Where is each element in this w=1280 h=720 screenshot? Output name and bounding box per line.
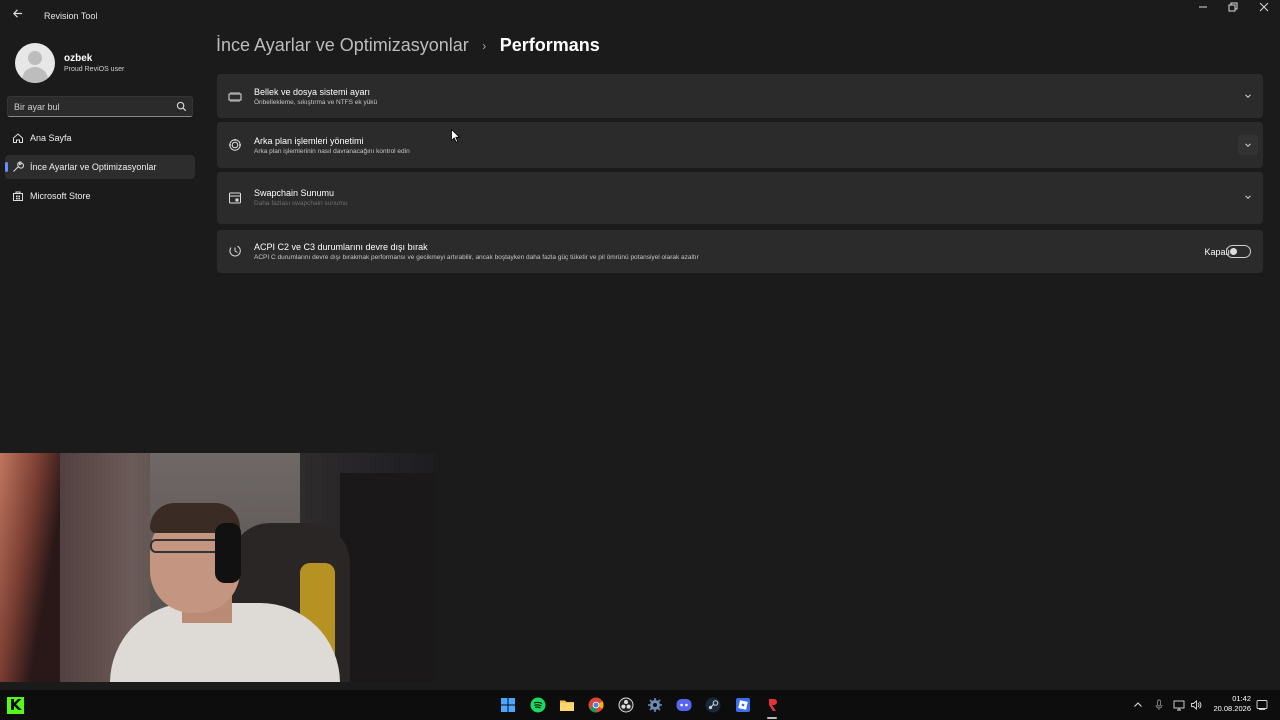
setting-title: Bellek ve dosya sistemi ayarı [254,87,371,97]
sidebar-item-label: Microsoft Store [30,191,91,201]
close-button[interactable] [1249,2,1279,18]
setting-title: Swapchain Sunumu [254,188,335,198]
chevron-down-icon[interactable] [1243,91,1253,101]
file-explorer-icon[interactable] [559,697,575,713]
setting-card-memory[interactable]: Bellek ve dosya sistemi ayarı Önbellekle… [217,74,1263,118]
webcam-shelf [340,473,436,682]
settings-gear-icon[interactable] [647,697,663,713]
chevron-down-icon[interactable] [1243,192,1253,202]
avatar-body [22,67,48,83]
app-title: Revision Tool [44,11,98,21]
breadcrumb: İnce Ayarlar ve Optimizasyonlar › Perfor… [216,35,600,59]
sidebar-item-home[interactable]: Ana Sayfa [5,126,195,150]
restore-icon [1228,2,1238,12]
expand-button[interactable] [1238,135,1258,155]
toggle-knob [1230,248,1237,255]
webcam-door [0,453,60,682]
avatar-head [28,51,42,65]
memory-icon [228,92,242,102]
setting-card-swapchain[interactable]: Swapchain Sunumu Daha fazlası swapchain … [217,172,1263,224]
chevron-up-icon[interactable] [1132,699,1144,711]
notification-icon[interactable] [1256,699,1268,711]
home-icon [13,133,23,143]
search-input[interactable]: Bir ayar bul [7,96,193,117]
obs-icon[interactable] [618,697,634,713]
volume-icon[interactable] [1190,699,1202,711]
acpi-toggle[interactable] [1226,245,1251,258]
discord-icon[interactable] [676,697,692,713]
minimize-icon [1199,6,1207,8]
sidebar-item-label: Ana Sayfa [30,133,72,143]
setting-card-acpi: ACPI C2 ve C3 durumlarını devre dışı bır… [217,230,1263,273]
active-app-indicator [767,717,777,719]
spotify-icon[interactable] [530,697,546,713]
kick-icon[interactable]: K [7,697,24,714]
back-button[interactable] [8,6,26,24]
user-name: ozbek [64,53,93,64]
search-icon[interactable] [176,101,187,112]
wrench-icon [13,161,24,172]
setting-description: Daha fazlası swapchain sunumu [254,200,348,207]
avatar [15,43,55,83]
setting-description: Önbellekleme, sıkıştırma ve NTFS ek yükü [254,99,378,106]
steam-icon[interactable] [705,697,721,713]
setting-card-background-processes[interactable]: Arka plan işlemleri yönetimi Arka plan i… [217,122,1263,168]
taskbar-clock[interactable]: 01:42 20.08.2026 [1203,694,1251,714]
webcam-person-headset [215,523,241,583]
minimize-button[interactable] [1188,2,1218,18]
setting-description: Arka plan işlemlerinin nasıl davranacağı… [254,148,410,155]
breadcrumb-parent[interactable]: İnce Ayarlar ve Optimizasyonlar [216,35,469,55]
chevron-down-icon [1245,143,1251,148]
sidebar-item-tweaks[interactable]: İnce Ayarlar ve Optimizasyonlar [5,155,195,179]
clock-date: 20.08.2026 [1213,704,1251,713]
setting-title: Arka plan işlemleri yönetimi [254,136,364,146]
setting-title: ACPI C2 ve C3 durumlarını devre dışı bır… [254,242,428,252]
store-icon [13,191,23,201]
windows-start-icon[interactable] [500,697,516,713]
background-process-icon [229,139,241,151]
sidebar-item-store[interactable]: Microsoft Store [5,184,195,208]
setting-description: ACPI C durumlarını devre dışı bırakmak p… [254,254,699,261]
mouse-cursor-icon [451,129,460,143]
chrome-icon[interactable] [588,697,604,713]
user-subtitle: Proud ReviOS user [64,66,125,73]
close-icon [1259,2,1269,12]
microphone-icon[interactable] [1153,699,1165,711]
page-title: Performans [499,35,600,55]
window-icon [229,192,241,204]
webcam-overlay [0,453,436,682]
user-profile[interactable]: ozbek Proud ReviOS user [15,43,205,83]
search-placeholder: Bir ayar bul [14,102,60,112]
power-state-icon [229,245,241,257]
sidebar-item-label: İnce Ayarlar ve Optimizasyonlar [30,162,157,172]
network-icon[interactable] [1173,699,1185,711]
clock-time: 01:42 [1232,694,1251,703]
arrow-left-icon [12,9,22,18]
taskbar: K 01:42 20.08.2026 [0,690,1280,720]
roblox-icon[interactable] [735,697,751,713]
revision-tool-icon[interactable] [764,697,780,713]
title-bar: Revision Tool [0,0,1280,32]
restore-button[interactable] [1218,2,1248,18]
breadcrumb-separator: › [482,38,487,53]
